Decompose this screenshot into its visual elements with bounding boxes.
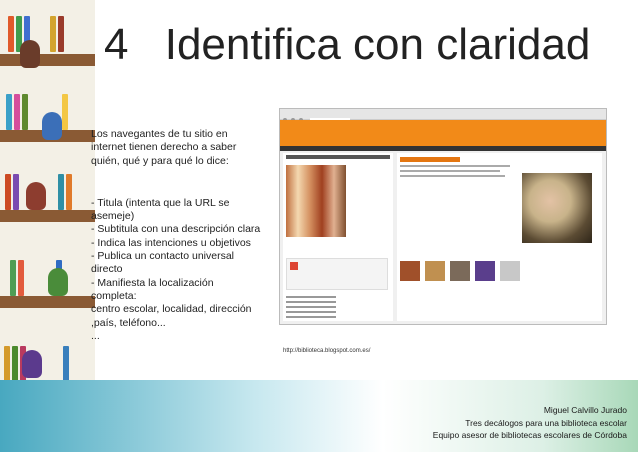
blog-screenshot: [279, 108, 607, 325]
contact-lines: [286, 293, 336, 321]
list-line: asemeje): [91, 210, 135, 223]
slide-title-text: Identifica con claridad: [164, 20, 591, 69]
bookshop-image: [286, 165, 346, 237]
blog-header: [280, 120, 606, 146]
blog-sidebar: [283, 153, 393, 321]
footer-subtitle: Tres decálogos para una biblioteca escol…: [465, 417, 627, 428]
intro-line: internet tienen derecho a saber: [91, 141, 237, 154]
list-line: directo: [91, 263, 123, 276]
list-line: - Publica un contacto universal: [91, 250, 234, 263]
slide-title: 4 Identifica con claridad: [104, 20, 590, 70]
list-line: ,país, teléfono...: [91, 316, 166, 329]
blog-nav-bar: [280, 146, 606, 151]
checklist: - Titula (intenta que la URL se asemeje)…: [91, 197, 261, 343]
google-plus-box: [286, 258, 388, 290]
slide-number: 4: [104, 20, 129, 69]
footer-team: Equipo asesor de bibliotecas escolares d…: [432, 430, 627, 440]
post-artwork-image: [522, 173, 592, 243]
list-line: - Subtitula con una descripción clara: [91, 223, 261, 236]
intro-line: quién, qué y para qué lo dice:: [91, 154, 229, 167]
footer-author: Miguel Calvillo Jurado: [543, 405, 627, 415]
list-line: centro escolar, localidad, dirección: [91, 303, 252, 316]
screenshot-url-caption: http://biblioteca.blogspot.com.es/: [283, 348, 371, 354]
google-plus-icon: [290, 262, 298, 270]
intro-line: Los navegantes de tu sitio en: [91, 128, 228, 140]
list-line: - Indica las intenciones u objetivos: [91, 236, 251, 249]
related-thumbnails: [400, 261, 545, 281]
post-title: [400, 157, 460, 162]
list-line: - Manifiesta la localización completa:: [91, 276, 214, 302]
footer-credits: Miguel Calvillo Jurado Tres decálogos pa…: [433, 404, 627, 442]
browser-chrome: [280, 109, 606, 122]
list-line: - Titula (intenta que la URL se: [91, 196, 230, 209]
blog-main: [397, 153, 602, 321]
instruction-text: Los navegantes de tu sitio en internet t…: [91, 128, 261, 343]
intro-paragraph: Los navegantes de tu sitio en internet t…: [91, 128, 261, 168]
list-line: ...: [91, 329, 100, 342]
